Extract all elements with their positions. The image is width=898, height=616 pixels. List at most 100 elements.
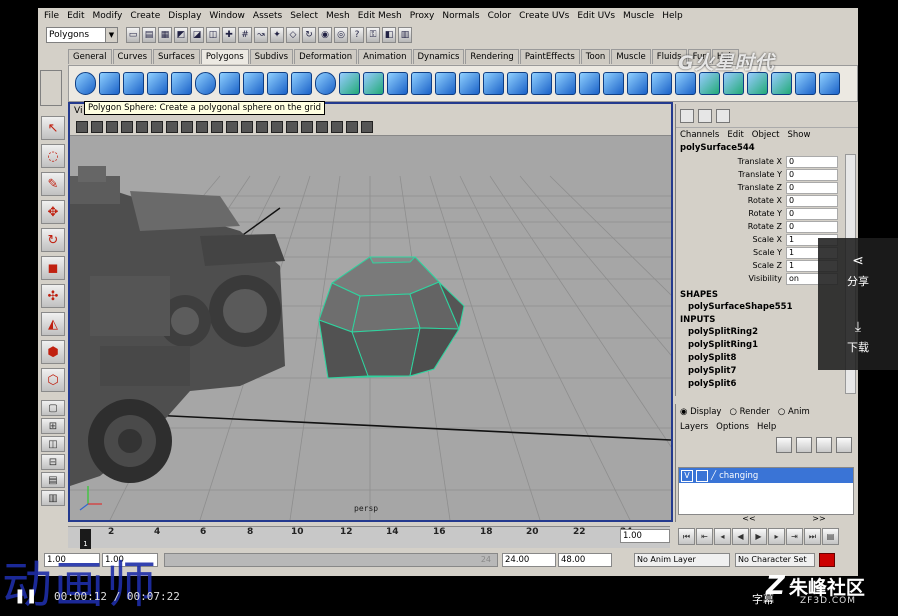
new-layer-selected-icon[interactable] bbox=[836, 437, 852, 453]
select-object-icon[interactable]: ◪ bbox=[190, 27, 204, 43]
polygon-plane-icon[interactable] bbox=[171, 72, 192, 95]
layer-name[interactable]: changing bbox=[719, 471, 758, 481]
menu-file[interactable]: File bbox=[40, 11, 63, 21]
range-bar[interactable]: 24 bbox=[164, 553, 498, 567]
attribute-value-field[interactable]: 0 bbox=[786, 207, 838, 220]
channel-menu-edit[interactable]: Edit bbox=[727, 128, 743, 142]
channel-box-layout-icon[interactable] bbox=[680, 108, 694, 123]
render-icon[interactable]: ◉ bbox=[318, 27, 332, 43]
grid-icon[interactable] bbox=[136, 120, 148, 133]
menu-modify[interactable]: Modify bbox=[89, 11, 127, 21]
radio-render[interactable]: Render bbox=[729, 407, 770, 417]
channel-menu-object[interactable]: Object bbox=[752, 128, 780, 142]
layout-side-icon[interactable]: ◫ bbox=[41, 436, 65, 452]
snap-plane-icon[interactable]: ◇ bbox=[286, 27, 300, 43]
mirror-geometry-icon[interactable] bbox=[507, 72, 528, 95]
selected-object-name[interactable]: polySurface544 bbox=[676, 142, 858, 155]
polygon-sphere-icon[interactable] bbox=[75, 72, 96, 95]
menu-muscle[interactable]: Muscle bbox=[619, 11, 658, 21]
soft-mod-icon[interactable]: ◭ bbox=[41, 312, 65, 336]
share-button[interactable]: ⋖ 分享 bbox=[818, 238, 898, 304]
split-polygon-icon[interactable] bbox=[603, 72, 624, 95]
attribute-value-field[interactable]: 0 bbox=[786, 155, 838, 168]
mode-selector[interactable]: Polygons ▼ bbox=[46, 27, 118, 43]
anim-layer-dropdown[interactable]: No Anim Layer bbox=[634, 553, 730, 567]
attribute-value-field[interactable]: 0 bbox=[786, 181, 838, 194]
attribute-editor-layout-icon[interactable] bbox=[698, 108, 712, 123]
extrude-icon[interactable] bbox=[531, 72, 552, 95]
open-scene-icon[interactable]: ▤ bbox=[142, 27, 156, 43]
lock-icon[interactable]: ⚿ bbox=[366, 27, 380, 43]
film-gate-icon[interactable] bbox=[151, 120, 163, 133]
automatic-mapping-icon[interactable] bbox=[771, 72, 792, 95]
tab-painteffects[interactable]: PaintEffects bbox=[519, 49, 580, 64]
tool-settings-layout-icon[interactable] bbox=[716, 108, 730, 123]
isolate-select-icon[interactable] bbox=[346, 120, 358, 133]
shadows-icon[interactable] bbox=[316, 120, 328, 133]
menu-select[interactable]: Select bbox=[286, 11, 322, 21]
polygon-cone-icon[interactable] bbox=[147, 72, 168, 95]
lasso-tool-icon[interactable]: ◌ bbox=[41, 144, 65, 168]
scale-tool-icon[interactable]: ◼ bbox=[41, 256, 65, 280]
insert-edge-loop-icon[interactable] bbox=[627, 72, 648, 95]
show-manipulator-icon[interactable]: ⬢ bbox=[41, 340, 65, 364]
step-back-frame-icon[interactable]: ◂ bbox=[714, 528, 731, 545]
menu-proxy[interactable]: Proxy bbox=[406, 11, 439, 21]
play-forwards-icon[interactable]: ▶ bbox=[750, 528, 767, 545]
pick-mask-icon[interactable]: ✚ bbox=[222, 27, 236, 43]
uv-editor-icon[interactable] bbox=[795, 72, 816, 95]
step-forward-key-icon[interactable]: ⇥ bbox=[786, 528, 803, 545]
layer-menu-options[interactable]: Options bbox=[716, 420, 749, 434]
menu-create[interactable]: Create bbox=[126, 11, 164, 21]
gate-mask-icon[interactable] bbox=[181, 120, 193, 133]
pause-icon[interactable]: ❚❚ bbox=[14, 588, 37, 604]
playback-end-field[interactable]: 24.00 bbox=[502, 553, 556, 567]
viewport-canvas[interactable] bbox=[70, 136, 671, 520]
tab-general[interactable]: General bbox=[68, 49, 112, 64]
select-hierarchy-icon[interactable]: ◩ bbox=[174, 27, 188, 43]
character-set-dropdown[interactable]: No Character Set bbox=[735, 553, 815, 567]
smooth-icon[interactable] bbox=[411, 72, 432, 95]
polygon-cube-icon[interactable] bbox=[99, 72, 120, 95]
snap-point-icon[interactable]: ✦ bbox=[270, 27, 284, 43]
tab-rendering[interactable]: Rendering bbox=[465, 49, 519, 64]
boolean-difference-icon[interactable] bbox=[459, 72, 480, 95]
spherical-mapping-icon[interactable] bbox=[747, 72, 768, 95]
polygon-pyramid-icon[interactable] bbox=[243, 72, 264, 95]
menu-normals[interactable]: Normals bbox=[438, 11, 483, 21]
separate-icon[interactable] bbox=[363, 72, 384, 95]
attribute-row[interactable]: Translate Y 0 bbox=[676, 168, 858, 181]
attribute-value-field[interactable]: 0 bbox=[786, 194, 838, 207]
wireframe-on-shaded-icon[interactable] bbox=[271, 120, 283, 133]
field-chart-icon[interactable] bbox=[196, 120, 208, 133]
new-empty-layer-icon[interactable] bbox=[816, 437, 832, 453]
menu-color[interactable]: Color bbox=[484, 11, 516, 21]
menu-edit-uvs[interactable]: Edit UVs bbox=[573, 11, 619, 21]
checker-icon[interactable] bbox=[819, 72, 840, 95]
wireframe-icon[interactable] bbox=[241, 120, 253, 133]
tab-muscle[interactable]: Muscle bbox=[611, 49, 651, 64]
boolean-union-icon[interactable] bbox=[435, 72, 456, 95]
tab-polygons[interactable]: Polygons bbox=[200, 49, 249, 64]
tab-toon[interactable]: Toon bbox=[580, 49, 611, 64]
polygon-pipe-icon[interactable] bbox=[267, 72, 288, 95]
layer-menu-help[interactable]: Help bbox=[757, 420, 776, 434]
layout-single-icon[interactable]: ▢ bbox=[41, 400, 65, 416]
planar-mapping-icon[interactable] bbox=[699, 72, 720, 95]
go-to-end-icon[interactable]: ⏭ bbox=[804, 528, 821, 545]
layout-graph-icon[interactable]: ▥ bbox=[41, 490, 65, 506]
menu-display[interactable]: Display bbox=[164, 11, 205, 21]
append-polygon-icon[interactable] bbox=[579, 72, 600, 95]
camera-icon[interactable] bbox=[76, 120, 88, 133]
time-slider[interactable]: 1 2 4 6 8 10 12 14 16 18 20 22 24 bbox=[68, 526, 670, 549]
tab-deformation[interactable]: Deformation bbox=[294, 49, 358, 64]
tab-curves[interactable]: Curves bbox=[112, 49, 153, 64]
perspective-panel[interactable]: Vi persp bbox=[68, 102, 673, 522]
merge-vertex-icon[interactable] bbox=[675, 72, 696, 95]
xray-icon[interactable] bbox=[331, 120, 343, 133]
lights-icon[interactable] bbox=[301, 120, 313, 133]
playback-options-icon[interactable]: ▤ bbox=[822, 528, 839, 545]
select-tool-icon[interactable]: ↖ bbox=[41, 116, 65, 140]
download-button[interactable]: ⤓ 下载 bbox=[818, 304, 898, 370]
extract-icon[interactable] bbox=[387, 72, 408, 95]
